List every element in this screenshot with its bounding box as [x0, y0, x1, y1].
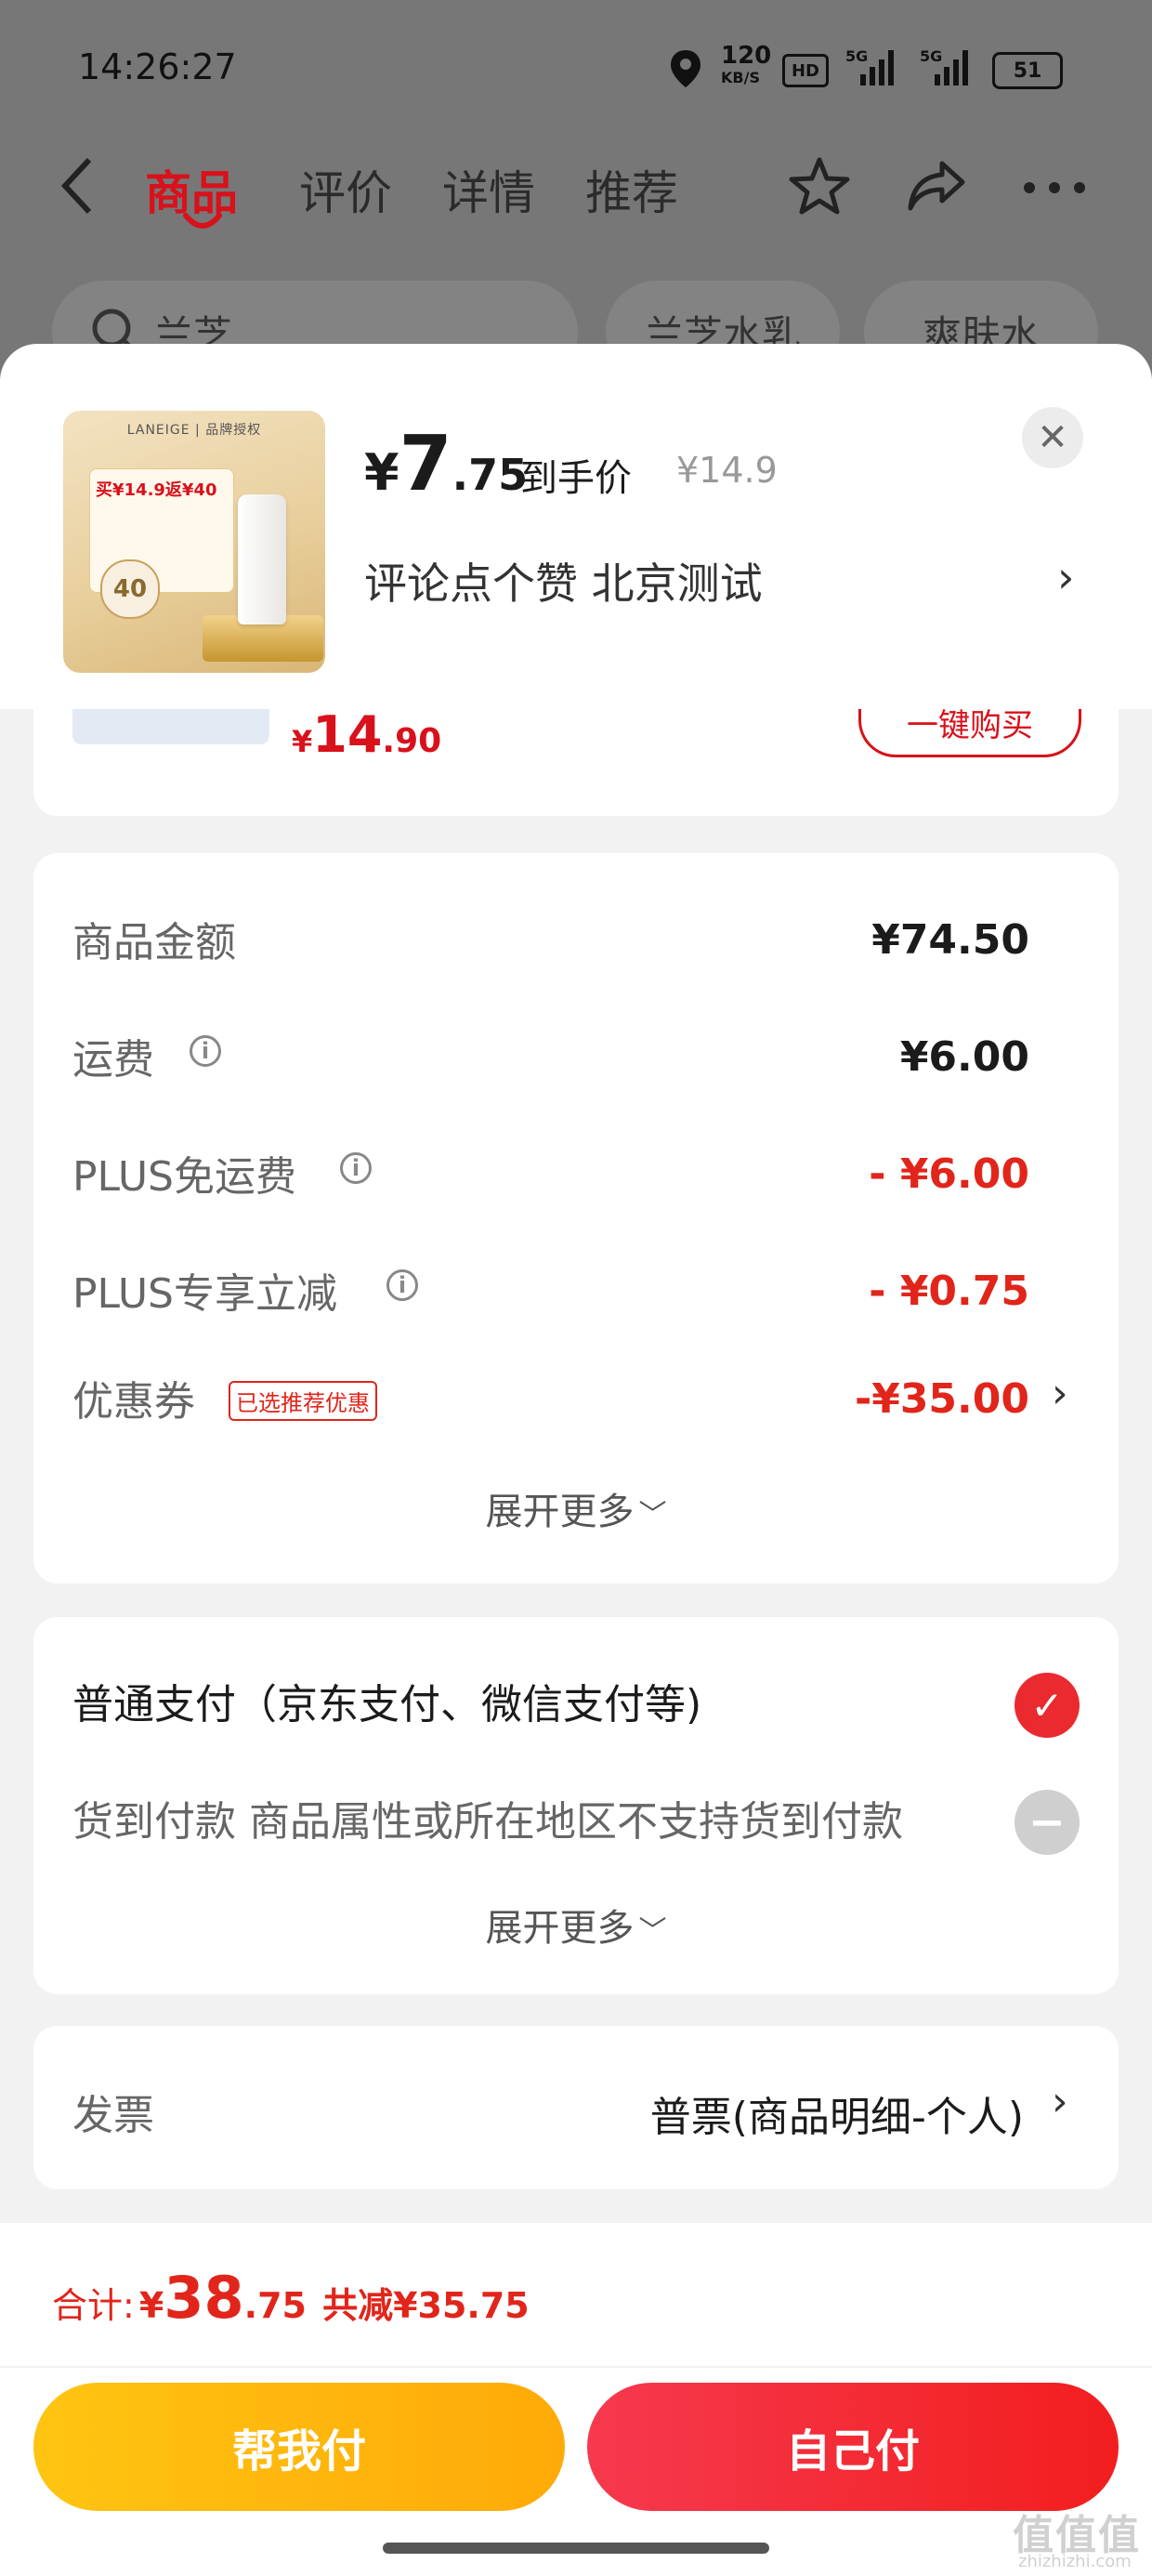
payment-option-normal-label: 普通支付（京东支付、微信支付等)	[72, 1681, 702, 1728]
cost-value-plus-discount: - ¥0.75	[869, 1268, 1029, 1315]
check-circle-icon[interactable]: ✓	[1015, 1673, 1080, 1738]
payment-option-cod[interactable]: 货到付款 商品属性或所在地区不支持货到付款 −	[33, 1771, 1119, 1873]
location-pin-icon	[671, 50, 700, 87]
checkout-footer: 合计: ¥38.75 共减¥35.75 帮我付 自己付 值值值 zhizhizh…	[0, 2223, 1152, 2576]
home-indicator[interactable]	[383, 2543, 769, 2554]
share-icon[interactable]	[905, 158, 968, 214]
close-button[interactable]: ✕	[1022, 407, 1083, 468]
item-price-int: 14	[312, 705, 383, 764]
payment-option-normal[interactable]: 普通支付（京东支付、微信支付等) ✓	[33, 1654, 1119, 1756]
item-thumbnail	[72, 709, 269, 744]
cost-label-shipping: 运费	[72, 1036, 154, 1084]
final-price-dec: .75	[452, 450, 529, 500]
invoice-card[interactable]: 发票 普票(商品明细-个人) ›	[33, 2026, 1119, 2189]
signal-2-icon: 5G	[920, 47, 968, 85]
product-image-brand: LANEIGE | 品牌授权	[126, 423, 262, 438]
cost-value-goods: ¥74.50	[871, 916, 1029, 964]
product-image: LANEIGE | 品牌授权 买¥14.9返¥40 40	[63, 411, 325, 673]
chevron-right-icon: ›	[1052, 2078, 1068, 2125]
close-icon: ✕	[1037, 416, 1068, 459]
help-me-pay-button[interactable]: 帮我付	[33, 2383, 565, 2511]
cost-label-plus-discount: PLUS专享立减	[72, 1270, 337, 1318]
info-icon[interactable]: i	[386, 1269, 418, 1301]
status-time: 14:26:27	[78, 46, 237, 87]
total-discount: 共减¥35.75	[322, 2285, 530, 2326]
cost-expand-more[interactable]: 展开更多 ﹀	[33, 1481, 1119, 1535]
active-tab-smile-indicator	[183, 213, 222, 229]
footer-divider	[0, 2366, 1152, 2368]
coupon-badge: 已选推荐优惠	[229, 1381, 377, 1421]
sheet-header: LANEIGE | 品牌授权 买¥14.9返¥40 40 ¥7.75 到手价 ¥…	[0, 344, 1152, 709]
item-price: ¥14.90	[292, 705, 441, 764]
cost-breakdown-card: 商品金额 ¥74.50 运费 i ¥6.00 PLUS免运费 i - ¥6.00…	[33, 853, 1119, 1584]
net-speed-value: 120	[721, 42, 772, 70]
invoice-label: 发票	[72, 2092, 154, 2139]
total-int: 38	[164, 2264, 244, 2332]
cost-value-shipping: ¥6.00	[899, 1033, 1029, 1081]
chevron-down-icon: ﹀	[638, 1499, 667, 1531]
disabled-circle-icon: −	[1015, 1790, 1080, 1855]
coupon-row[interactable]: 优惠券 已选推荐优惠 -¥35.00 ›	[33, 1355, 1119, 1448]
pay-myself-button[interactable]: 自己付	[587, 2383, 1119, 2511]
final-price-yen: ¥	[364, 443, 399, 502]
invoice-value: 普票(商品明细-个人)	[649, 2094, 1024, 2141]
info-icon[interactable]: i	[190, 1035, 221, 1067]
signal-2-5g-label: 5G	[920, 47, 942, 65]
selected-spec[interactable]: 评论点个赞 北京测试	[364, 550, 763, 611]
watermark-sub: zhizhizhi.com	[1018, 2552, 1132, 2571]
net-speed-unit: KB/S	[721, 69, 760, 86]
payment-expand-more[interactable]: 展开更多 ﹀	[33, 1898, 1119, 1952]
battery-icon: 51	[992, 52, 1063, 89]
star-icon[interactable]	[788, 156, 851, 216]
total-dec: .75	[243, 2285, 307, 2326]
tab-reviews[interactable]: 评价	[299, 156, 392, 223]
cost-value-coupon: -¥35.00	[854, 1375, 1029, 1423]
info-icon[interactable]: i	[340, 1152, 372, 1184]
final-price-label: 到手价	[520, 457, 632, 500]
final-price: ¥7.75	[364, 420, 528, 508]
cost-label-goods: 商品金额	[72, 919, 236, 966]
chevron-right-icon[interactable]: ›	[1057, 552, 1074, 602]
total-line: 合计: ¥38.75 共减¥35.75	[52, 2264, 530, 2332]
tab-details[interactable]: 详情	[442, 156, 535, 223]
item-card-peek: ¥14.90 一键购买	[33, 690, 1119, 816]
payment-expand-label: 展开更多	[485, 1907, 635, 1950]
payment-option-cod-label: 货到付款 商品属性或所在地区不支持货到付款	[72, 1798, 903, 1846]
background-page: 14:26:27 120 KB/S HD 5G 5G 51 商品 评价 详情 推…	[0, 0, 1152, 390]
signal-icon: 5G	[845, 47, 894, 85]
hd-icon: HD	[782, 54, 829, 87]
item-price-yen: ¥	[292, 724, 313, 759]
signal-5g-label: 5G	[845, 47, 868, 65]
item-price-dec: .90	[382, 722, 442, 760]
total-yen: ¥	[138, 2285, 164, 2326]
payment-method-card: 普通支付（京东支付、微信支付等) ✓ 货到付款 商品属性或所在地区不支持货到付款…	[33, 1617, 1119, 1994]
product-image-bottle	[238, 494, 286, 624]
chevron-right-icon: ›	[1052, 1370, 1068, 1417]
product-image-promo: 买¥14.9返¥40	[96, 480, 217, 500]
cost-label-coupon: 优惠券	[72, 1378, 195, 1426]
final-price-int: 7	[399, 420, 452, 508]
cost-label-plus-free-shipping: PLUS免运费	[72, 1153, 296, 1201]
chevron-left-icon[interactable]	[59, 156, 97, 216]
original-price: ¥14.9	[676, 450, 778, 491]
more-dots-icon[interactable]	[1022, 180, 1087, 195]
chevron-down-icon: ﹀	[638, 1915, 667, 1948]
product-image-coupon: 40	[100, 559, 160, 619]
cost-value-plus-free-shipping: - ¥6.00	[869, 1150, 1029, 1198]
tab-recommend[interactable]: 推荐	[585, 156, 678, 223]
net-speed: 120 KB/S	[721, 42, 772, 89]
total-label: 合计:	[52, 2285, 135, 2326]
cost-expand-label: 展开更多	[485, 1491, 635, 1533]
